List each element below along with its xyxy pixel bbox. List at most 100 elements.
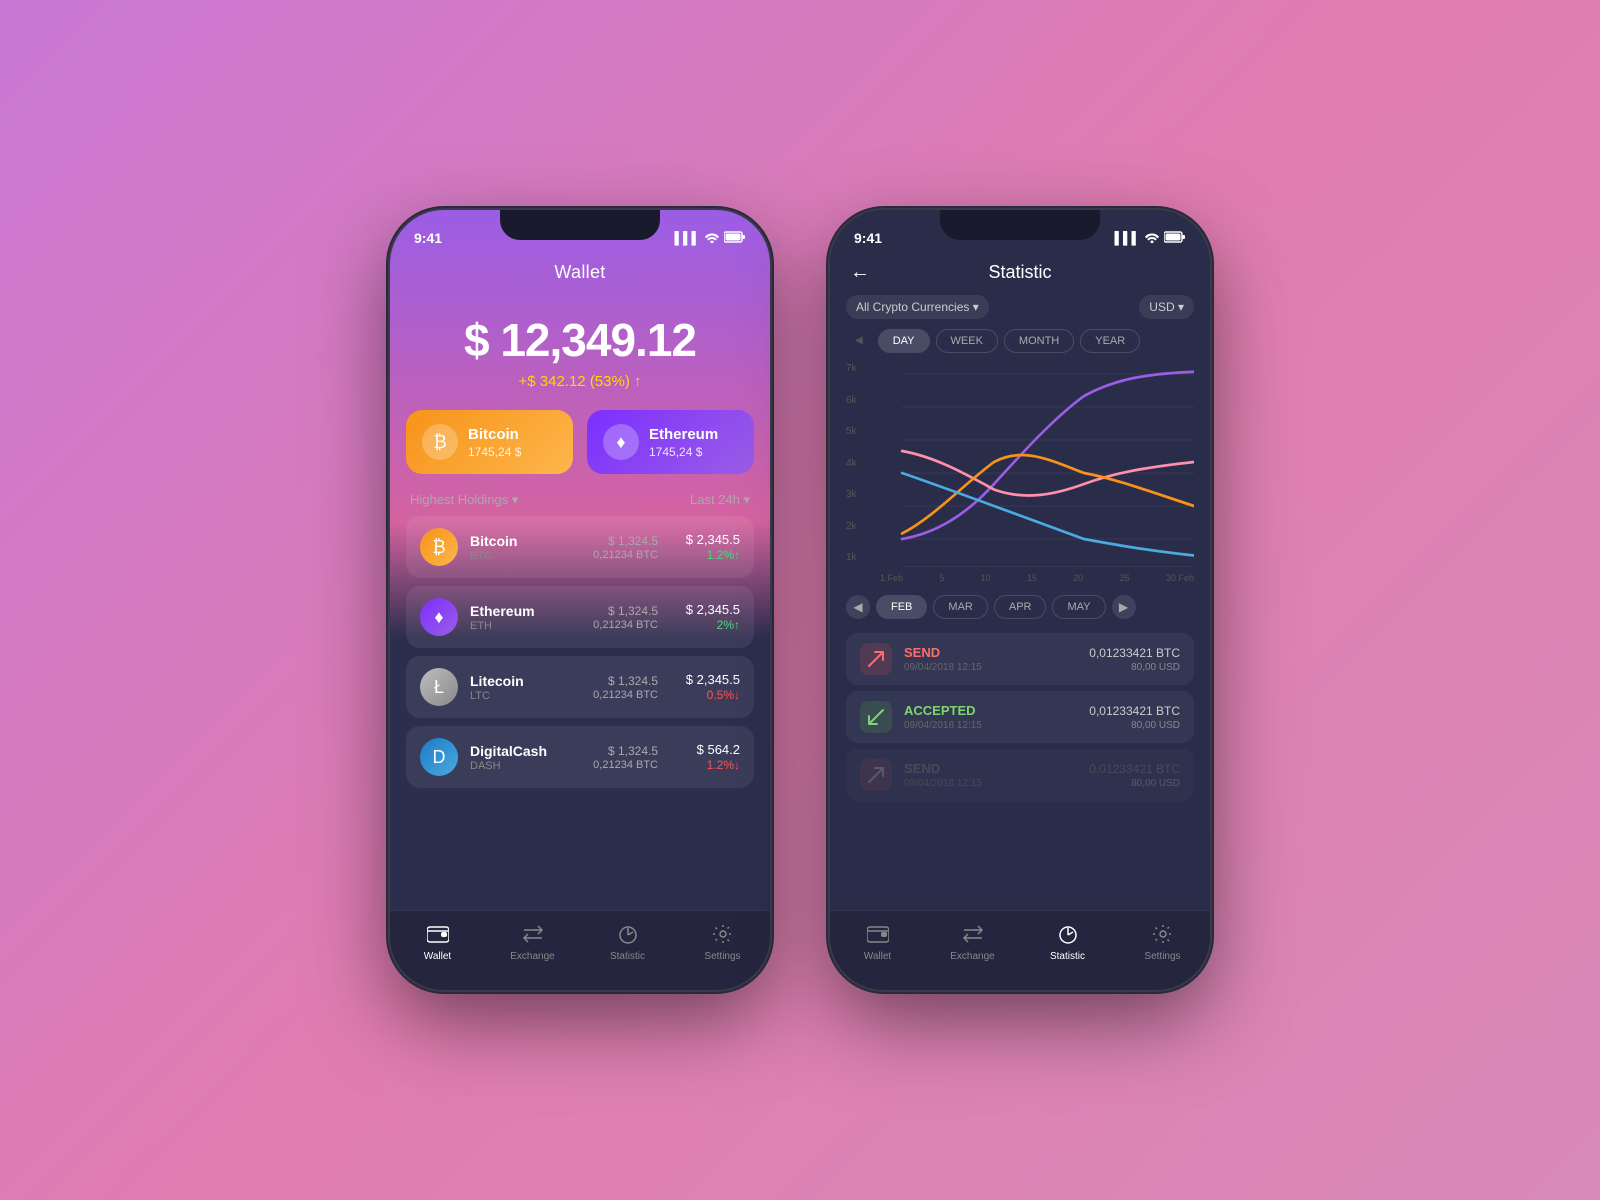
holdings-label[interactable]: Highest Holdings ▾ <box>410 492 518 508</box>
phone-statistic: 9:41 ▌▌▌ ← Statistic Al <box>830 210 1210 990</box>
tab-year[interactable]: YEAR <box>1080 329 1140 353</box>
x-label-30feb: 30 Feb <box>1166 573 1194 583</box>
bottom-nav-stat: Wallet Exchange Statistic <box>830 910 1210 990</box>
btc-icon: ₿ <box>420 528 458 566</box>
stat-screen: 9:41 ▌▌▌ ← Statistic Al <box>830 210 1210 990</box>
transactions-list: SEND 09/04/2018 12:15 0,01233421 BTC 80,… <box>830 627 1210 801</box>
ltc-ticker: LTC <box>470 690 581 702</box>
tab-may[interactable]: MAY <box>1052 595 1105 619</box>
bitcoin-card[interactable]: ₿ Bitcoin 1745,24 $ <box>406 410 573 474</box>
crypto-filter[interactable]: All Crypto Currencies ▾ <box>846 295 989 319</box>
holdings-header: Highest Holdings ▾ Last 24h ▾ <box>390 474 770 516</box>
dash-price-col: $ 1,324.5 0,21234 BTC <box>593 744 658 771</box>
crypto-item-btc[interactable]: ₿ Bitcoin BTC $ 1,324.5 0,21234 BTC $ 2,… <box>406 516 754 578</box>
balance-change: +$ 342.12 (53%) ↑ <box>410 373 750 390</box>
ltc-price-col: $ 1,324.5 0,21234 BTC <box>593 674 658 701</box>
eth-details: Ethereum ETH <box>470 603 581 632</box>
crypto-item-ltc[interactable]: Ł Litecoin LTC $ 1,324.5 0,21234 BTC $ 2… <box>406 656 754 718</box>
nav-wallet[interactable]: Wallet <box>390 921 485 962</box>
bitcoin-card-name: Bitcoin <box>468 426 521 443</box>
stat-nav-settings-label: Settings <box>1144 951 1180 962</box>
tab-all[interactable]: ◀ <box>846 329 872 353</box>
btc-name: Bitcoin <box>470 533 581 549</box>
stat-nav-settings[interactable]: Settings <box>1115 921 1210 962</box>
stat-settings-nav-icon <box>1150 921 1176 947</box>
back-button[interactable]: ← <box>850 261 870 284</box>
eth-icon: ♦ <box>420 598 458 636</box>
month-next[interactable]: ▶ <box>1112 595 1136 619</box>
tx-date-send-2: 09/04/2018 12:15 <box>904 778 1077 789</box>
ethereum-card-name: Ethereum <box>649 426 718 443</box>
stat-exchange-nav-icon <box>960 921 986 947</box>
btc-change: 1.2%↑ <box>670 548 740 562</box>
wallet-header: Wallet <box>390 254 770 303</box>
nav-statistic[interactable]: Statistic <box>580 921 675 962</box>
ltc-icon: Ł <box>420 668 458 706</box>
nav-wallet-label: Wallet <box>424 951 451 962</box>
nav-settings[interactable]: Settings <box>675 921 770 962</box>
exchange-nav-icon <box>520 921 546 947</box>
tx-btc-send-2: 0,01233421 BTC <box>1089 762 1180 776</box>
btc-price-col: $ 1,324.5 0,21234 BTC <box>593 534 658 561</box>
month-prev[interactable]: ◀ <box>846 595 870 619</box>
crypto-item-eth[interactable]: ♦ Ethereum ETH $ 1,324.5 0,21234 BTC $ 2… <box>406 586 754 648</box>
ethereum-card[interactable]: ♦ Ethereum 1745,24 $ <box>587 410 754 474</box>
nav-statistic-label: Statistic <box>610 951 645 962</box>
ltc-btc-val: 0,21234 BTC <box>593 689 658 701</box>
y-label-4k: 4k <box>846 458 857 469</box>
stat-nav-exchange[interactable]: Exchange <box>925 921 1020 962</box>
ethereum-card-value: 1745,24 $ <box>649 445 718 459</box>
tx-usd-accept: 80,00 USD <box>1089 720 1180 731</box>
bitcoin-card-info: Bitcoin 1745,24 $ <box>468 426 521 459</box>
btc-ticker: BTC <box>470 550 581 562</box>
tx-amount-send-1: 0,01233421 BTC 80,00 USD <box>1089 646 1180 673</box>
nav-exchange[interactable]: Exchange <box>485 921 580 962</box>
stat-title: Statistic <box>988 262 1051 283</box>
x-label-5: 5 <box>939 573 944 583</box>
y-label-1k: 1k <box>846 552 857 563</box>
tab-mar[interactable]: MAR <box>933 595 987 619</box>
ltc-change: 0.5%↓ <box>670 688 740 702</box>
stat-nav-wallet[interactable]: Wallet <box>830 921 925 962</box>
ltc-name: Litecoin <box>470 673 581 689</box>
y-label-2k: 2k <box>846 521 857 532</box>
notch-stat <box>940 210 1100 240</box>
wifi-icon-stat <box>1145 231 1159 246</box>
tab-apr[interactable]: APR <box>994 595 1047 619</box>
tx-item-accept[interactable]: ACCEPTED 09/04/2018 12:15 0,01233421 BTC… <box>846 691 1194 743</box>
eth-price-col: $ 1,324.5 0,21234 BTC <box>593 604 658 631</box>
crypto-list: ₿ Bitcoin BTC $ 1,324.5 0,21234 BTC $ 2,… <box>390 516 770 788</box>
nav-exchange-label: Exchange <box>510 951 554 962</box>
dash-ticker: DASH <box>470 760 581 772</box>
crypto-item-dash[interactable]: D DigitalCash DASH $ 1,324.5 0,21234 BTC… <box>406 726 754 788</box>
y-label-5k: 5k <box>846 426 857 437</box>
tx-accept-icon <box>860 701 892 733</box>
dash-name: DigitalCash <box>470 743 581 759</box>
dash-btc-val: 0,21234 BTC <box>593 759 658 771</box>
stat-nav-wallet-label: Wallet <box>864 951 891 962</box>
status-icons-wallet: ▌▌▌ <box>674 231 746 246</box>
ltc-details: Litecoin LTC <box>470 673 581 702</box>
x-label-10: 10 <box>981 573 991 583</box>
tab-feb[interactable]: FEB <box>876 595 927 619</box>
tx-btc-send-1: 0,01233421 BTC <box>1089 646 1180 660</box>
tab-month[interactable]: MONTH <box>1004 329 1074 353</box>
tab-week[interactable]: WEEK <box>936 329 998 353</box>
ethereum-card-info: Ethereum 1745,24 $ <box>649 426 718 459</box>
tx-item-send-2[interactable]: SEND 09/04/2018 12:15 0,01233421 BTC 80,… <box>846 749 1194 801</box>
ltc-usd: $ 2,345.5 <box>670 672 740 687</box>
bitcoin-card-icon: ₿ <box>422 424 458 460</box>
wifi-icon <box>705 231 719 246</box>
tx-item-send-1[interactable]: SEND 09/04/2018 12:15 0,01233421 BTC 80,… <box>846 633 1194 685</box>
currency-filter[interactable]: USD ▾ <box>1139 295 1194 319</box>
ltc-price: $ 1,324.5 <box>593 674 658 688</box>
dash-change-col: $ 564.2 1.2%↓ <box>670 742 740 772</box>
bottom-nav-wallet: Wallet Exchange Statistic <box>390 910 770 990</box>
tab-day[interactable]: DAY <box>878 329 930 353</box>
stat-wallet-nav-icon <box>865 921 891 947</box>
y-label-6k: 6k <box>846 395 857 406</box>
stat-nav-statistic[interactable]: Statistic <box>1020 921 1115 962</box>
stat-header: ← Statistic <box>830 254 1210 295</box>
holdings-period[interactable]: Last 24h ▾ <box>690 492 750 508</box>
signal-icon-stat: ▌▌▌ <box>1114 231 1140 245</box>
